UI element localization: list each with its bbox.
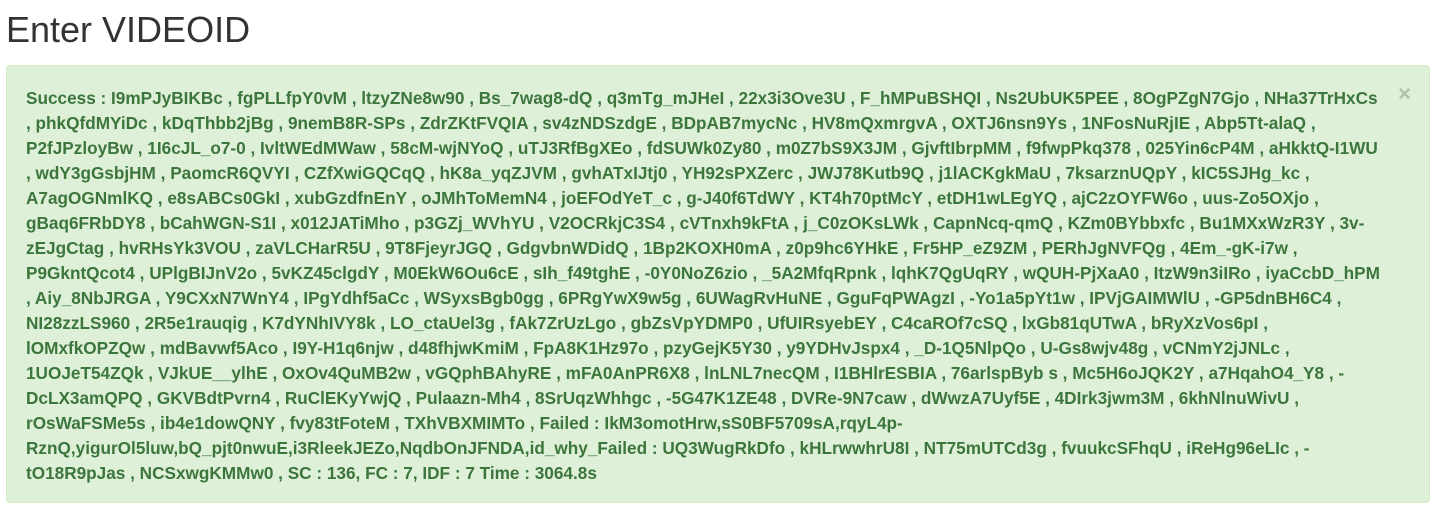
success-alert: × Success : I9mPJyBIKBc , fgPLLfpY0vM , …: [6, 65, 1430, 503]
alert-message: Success : I9mPJyBIKBc , fgPLLfpY0vM , lt…: [26, 88, 1380, 483]
page-title: Enter VIDEOID: [6, 9, 251, 50]
close-icon[interactable]: ×: [1398, 83, 1411, 105]
